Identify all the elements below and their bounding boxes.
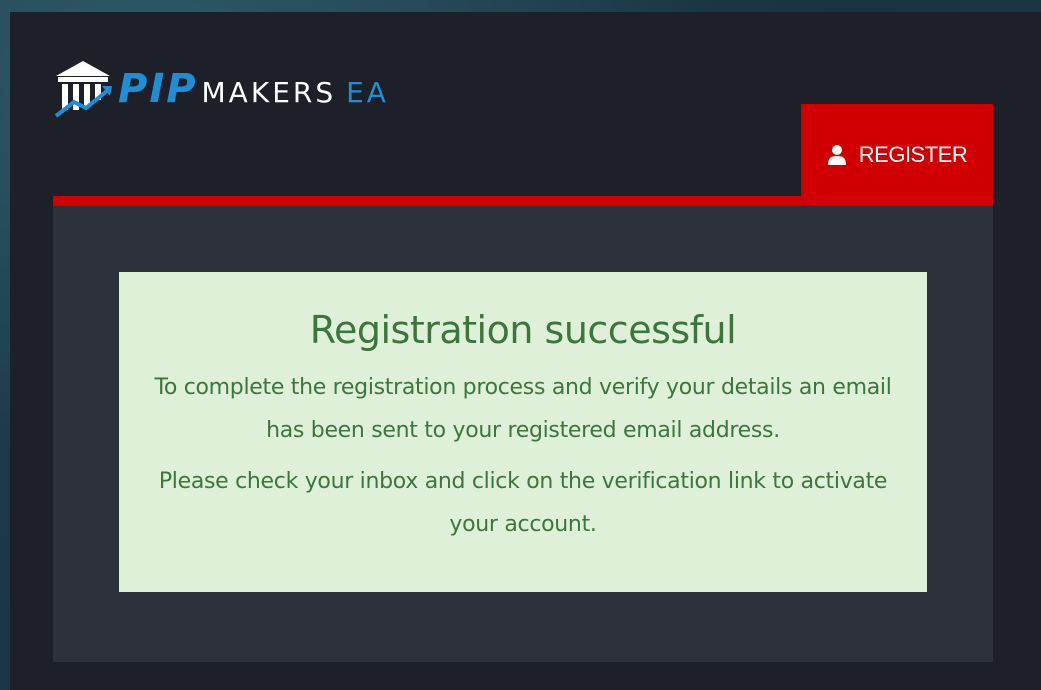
main-panel: PIP MAKERS EA REGISTER Registration succ… bbox=[10, 12, 1041, 690]
logo-ea-text: EA bbox=[346, 76, 389, 109]
register-label: REGISTER bbox=[858, 142, 968, 167]
alert-title: Registration successful bbox=[309, 308, 737, 352]
success-alert: Registration successful To complete the … bbox=[119, 272, 927, 592]
logo-pip-text: PIP bbox=[118, 66, 198, 112]
logo-makers-text: MAKERS bbox=[201, 76, 337, 109]
site-logo[interactable]: PIP MAKERS EA bbox=[52, 54, 389, 124]
bank-chart-icon bbox=[54, 61, 112, 118]
user-icon bbox=[827, 144, 847, 166]
register-button[interactable]: REGISTER bbox=[801, 104, 993, 206]
content-area: Registration successful To complete the … bbox=[53, 206, 993, 662]
logo-wordmark: PIP MAKERS EA bbox=[118, 66, 389, 112]
header-divider bbox=[53, 196, 993, 206]
alert-message-verify: To complete the registration process and… bbox=[154, 375, 892, 443]
alert-message-inbox: Please check your inbox and click on the… bbox=[158, 469, 888, 537]
